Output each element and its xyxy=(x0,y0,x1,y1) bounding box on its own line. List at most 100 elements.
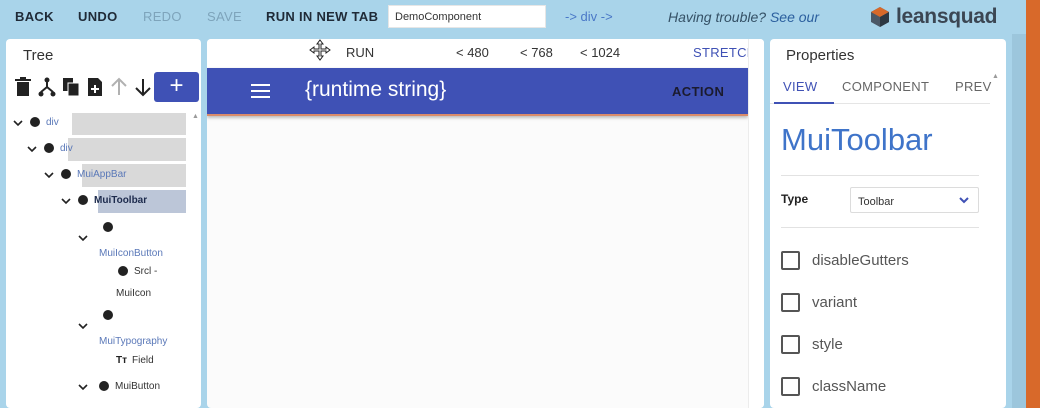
checkbox-icon[interactable] xyxy=(781,377,800,396)
undo-button[interactable]: UNDO xyxy=(78,9,117,24)
tree-node[interactable]: Srcl - MuiIcon xyxy=(116,266,157,300)
redo-button[interactable]: REDO xyxy=(143,9,182,24)
scroll-up-icon[interactable]: ▲ xyxy=(992,73,999,80)
tree-node[interactable]: MuiIconButton xyxy=(77,222,163,260)
checkbox-style[interactable]: style xyxy=(781,335,843,354)
tree-node[interactable]: Tт Field xyxy=(116,355,154,367)
checkbox-icon[interactable] xyxy=(781,251,800,270)
node-label: MuiToolbar xyxy=(94,195,148,206)
checkbox-label: variant xyxy=(812,294,858,311)
action-button[interactable]: ACTION xyxy=(672,84,724,99)
save-button[interactable]: SAVE xyxy=(207,9,242,24)
properties-title: Properties xyxy=(786,47,855,64)
component-name-input[interactable] xyxy=(388,5,546,28)
logo-text: leansquad xyxy=(896,5,998,28)
chevron-down-icon xyxy=(78,323,88,330)
chevron-down-icon xyxy=(13,120,23,127)
move-icon[interactable] xyxy=(309,39,331,61)
breakpoint-1024-tab[interactable]: < 1024 xyxy=(580,45,620,60)
checkbox-label: style xyxy=(812,336,843,353)
canvas-edge xyxy=(748,39,764,408)
tree-scrollbar[interactable]: ▲ xyxy=(192,113,200,408)
checkbox-disable-gutters[interactable]: disableGutters xyxy=(781,251,909,270)
row-highlight xyxy=(68,138,186,161)
chevron-down-icon xyxy=(78,384,88,391)
node-label: div xyxy=(46,117,59,128)
checkbox-icon[interactable] xyxy=(781,335,800,354)
hierarchy-button[interactable] xyxy=(35,72,59,102)
help-link[interactable]: See our xyxy=(770,9,819,25)
node-label-cont: MuiIcon xyxy=(116,288,152,299)
tab-preview[interactable]: PREV xyxy=(955,79,992,94)
component-name: MuiToolbar xyxy=(781,122,933,157)
tab-component[interactable]: COMPONENT xyxy=(842,79,929,94)
divider xyxy=(781,227,979,228)
divider xyxy=(781,175,979,176)
plus-icon: + xyxy=(169,72,184,99)
type-select-value: Toolbar xyxy=(858,196,895,208)
checkbox-icon[interactable] xyxy=(781,293,800,312)
canvas-tabs: RUN < 480 < 768 < 1024 STRETCH xyxy=(207,39,764,67)
chevron-down-icon xyxy=(78,235,88,242)
type-select[interactable]: Toolbar xyxy=(850,187,979,213)
back-button[interactable]: BACK xyxy=(15,9,54,24)
run-in-new-tab-button[interactable]: RUN IN NEW TAB xyxy=(266,9,378,24)
background-edge xyxy=(1026,0,1040,408)
checkbox-label: className xyxy=(812,378,887,395)
chevron-down-icon xyxy=(959,197,969,204)
tab-view[interactable]: VIEW xyxy=(783,79,817,94)
appbar-title: {runtime string} xyxy=(305,78,447,101)
checkbox-label: disableGutters xyxy=(812,252,909,269)
scroll-up-icon[interactable]: ▲ xyxy=(192,113,199,120)
background-strip xyxy=(1012,34,1026,408)
tree-node[interactable]: div xyxy=(26,143,73,155)
move-up-button[interactable] xyxy=(107,72,131,102)
node-dot xyxy=(78,195,88,205)
run-tab[interactable]: RUN xyxy=(346,45,374,60)
top-toolbar: BACK UNDO REDO SAVE RUN IN NEW TAB -> di… xyxy=(0,0,1040,34)
node-label: MuiAppBar xyxy=(77,169,127,180)
help-question: Having trouble? xyxy=(668,9,767,25)
tree-node-selected[interactable]: MuiToolbar xyxy=(60,195,147,207)
leansquad-logo[interactable]: leansquad xyxy=(870,3,997,31)
stretch-tab[interactable]: STRETCH xyxy=(693,45,757,60)
breakpoint-480-tab[interactable]: < 480 xyxy=(456,45,489,60)
checkbox-variant[interactable]: variant xyxy=(781,293,857,312)
menu-icon[interactable] xyxy=(251,84,270,99)
node-dot xyxy=(44,143,54,153)
add-node-button[interactable]: + xyxy=(154,72,199,102)
tree-title: Tree xyxy=(23,47,54,64)
preview-appbar[interactable]: {runtime string} ACTION xyxy=(207,68,748,116)
help-text: Having trouble? See our xyxy=(668,9,819,25)
node-dot xyxy=(99,381,109,391)
properties-tabs: VIEW COMPONENT PREV xyxy=(770,70,992,104)
breakpoint-768-tab[interactable]: < 768 xyxy=(520,45,553,60)
checkbox-classname[interactable]: className xyxy=(781,377,886,396)
chevron-down-icon xyxy=(27,146,37,153)
node-dot xyxy=(103,310,113,320)
tree-node[interactable]: MuiButton xyxy=(77,381,160,393)
node-label: MuiButton xyxy=(115,381,161,392)
properties-panel: Properties VIEW COMPONENT PREV ▲ MuiTool… xyxy=(770,39,1006,408)
tree-node[interactable]: MuiAppBar xyxy=(43,169,126,181)
add-file-icon xyxy=(88,78,102,96)
logo-icon xyxy=(871,7,889,27)
node-label: MuiIconButton xyxy=(99,248,163,259)
move-down-button[interactable] xyxy=(131,72,155,102)
node-label: Field xyxy=(132,355,154,366)
canvas-panel: RUN < 480 < 768 < 1024 STRETCH {runtime … xyxy=(207,39,764,408)
chevron-down-icon xyxy=(61,198,71,205)
paste-button[interactable] xyxy=(83,72,107,102)
trash-icon xyxy=(15,77,31,96)
tree-toolbar xyxy=(11,72,155,102)
type-label: Type xyxy=(781,192,809,206)
tree-node[interactable]: MuiTypography xyxy=(77,310,167,348)
delete-button[interactable] xyxy=(11,72,35,102)
node-dot xyxy=(118,266,128,276)
copy-button[interactable] xyxy=(59,72,83,102)
copy-icon xyxy=(63,78,80,97)
active-tab-indicator xyxy=(774,102,834,104)
node-label: div xyxy=(60,143,73,154)
node-dot xyxy=(103,222,113,232)
tree-node[interactable]: div xyxy=(12,117,59,129)
